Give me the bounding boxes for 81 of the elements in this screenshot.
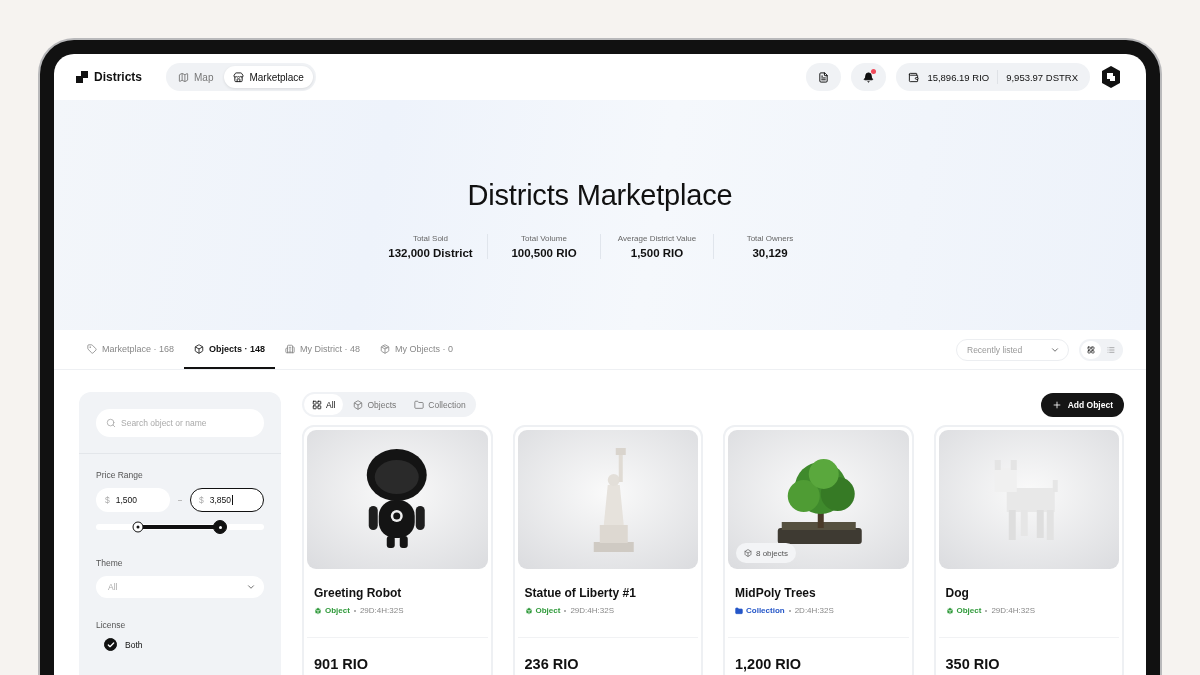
store-icon	[233, 71, 245, 83]
cube-icon	[945, 606, 954, 615]
folder-icon	[735, 606, 743, 615]
item-name: Greeting Robot	[314, 586, 403, 600]
item-price: 1,200 RIO	[734, 655, 803, 672]
notification-button[interactable]	[851, 63, 887, 91]
time-left: 29D:4H:32S	[570, 606, 614, 615]
filter-label: Theme	[96, 558, 124, 568]
avatar-icon[interactable]	[1100, 65, 1122, 89]
category-tab[interactable]: Marketplace · 168	[77, 330, 185, 369]
license-option[interactable]: Both	[96, 638, 264, 651]
balance-amount: 15,896.19 RIO	[927, 71, 990, 83]
filter-label: License	[96, 620, 127, 630]
cube-icon	[524, 606, 533, 615]
category-tab[interactable]: Objects · 148	[184, 330, 276, 369]
category-tab[interactable]: My Objects · 0	[370, 330, 464, 369]
stat-label: Average District Value	[617, 234, 697, 243]
category-tab[interactable]: My District · 48	[275, 330, 371, 369]
grid-icon	[1087, 344, 1095, 355]
item-price: 236 RIO	[523, 655, 580, 672]
item-name: Statue of Liberty #1	[524, 586, 637, 600]
item-card[interactable]: 8 objects MidPoly Trees Collection 2D:4H:32S 1,200 RIO	[723, 425, 914, 675]
stat-label: Total Owners	[746, 234, 794, 243]
plus-icon	[1051, 399, 1062, 410]
search-field[interactable]: Search object or name	[96, 409, 264, 437]
document-icon	[818, 71, 830, 83]
item-card[interactable]: Dog Object 29D:4H:32S 350 RIO	[933, 425, 1124, 675]
map-icon	[178, 71, 189, 83]
type-tab[interactable]: All	[304, 394, 344, 415]
stat-value: 1,500 RIO	[630, 247, 684, 259]
logo-icon	[76, 71, 88, 83]
slider-thumb[interactable]	[213, 520, 228, 534]
item-price: 350 RIO	[944, 655, 1001, 672]
add-object-button[interactable]: Add Object	[1040, 392, 1124, 417]
time-left: 2D:4H:32S	[794, 606, 834, 615]
stat-value: 100,500 RIO	[511, 247, 577, 259]
stat-label: Total Volume	[521, 234, 567, 243]
type-tab[interactable]: Collection	[406, 394, 474, 415]
object-count-badge: 8 objects	[736, 543, 797, 563]
time-left: 29D:4H:32S	[359, 606, 404, 615]
item-type: Object	[314, 606, 350, 615]
bell-icon	[863, 71, 875, 83]
balance-amount: 9,953.97 DSTRX	[1006, 71, 1078, 83]
nav-tab[interactable]: Map	[169, 66, 223, 88]
filter-label: Price Range	[96, 470, 144, 480]
brand-name: Districts	[94, 70, 143, 84]
cube-icon	[744, 549, 752, 557]
stat-label: Total Sold	[412, 234, 449, 243]
cube-icon	[353, 399, 364, 410]
time-left: 29D:4H:32S	[991, 606, 1035, 615]
price-field[interactable]: $ 1,500	[96, 488, 170, 512]
document-button[interactable]	[806, 63, 842, 91]
check-icon	[106, 640, 115, 649]
chevron-down-icon	[246, 582, 256, 592]
tag-icon	[87, 343, 97, 354]
item-type: Collection	[735, 606, 785, 615]
list-icon	[1107, 344, 1115, 355]
item-card[interactable]: Statue of Liberty #1 Object 29D:4H:32S 236 RIO	[512, 425, 703, 675]
package-icon	[380, 343, 391, 354]
item-name: MidPoly Trees	[735, 586, 817, 600]
cube-icon	[314, 606, 322, 615]
view-button[interactable]	[1081, 340, 1101, 359]
page-title: Districts Marketplace	[467, 179, 733, 212]
balance-pill[interactable]: 15,896.19 RIO 9,953.97 DSTRX	[896, 63, 1090, 91]
stat-value: 132,000 District	[388, 247, 473, 259]
grid-icon	[312, 399, 322, 410]
wallet-icon	[908, 71, 920, 83]
slider-thumb[interactable]	[132, 521, 144, 533]
stat-value: 30,129	[752, 247, 788, 259]
nav-tab[interactable]: Marketplace	[224, 66, 313, 88]
item-type: Object	[524, 606, 561, 615]
item-name: Dog	[945, 586, 970, 600]
building-icon	[285, 343, 296, 354]
price-field[interactable]: $ 3,850	[190, 488, 264, 512]
checkbox[interactable]	[104, 638, 117, 651]
item-type: Object	[945, 606, 982, 615]
type-tab[interactable]: Objects	[345, 394, 405, 415]
item-card[interactable]: Greeting Robot Object 29D:4H:32S 901 RIO	[302, 425, 493, 675]
folder-icon	[414, 399, 425, 410]
item-price: 901 RIO	[313, 655, 369, 672]
cube-icon	[194, 343, 205, 354]
